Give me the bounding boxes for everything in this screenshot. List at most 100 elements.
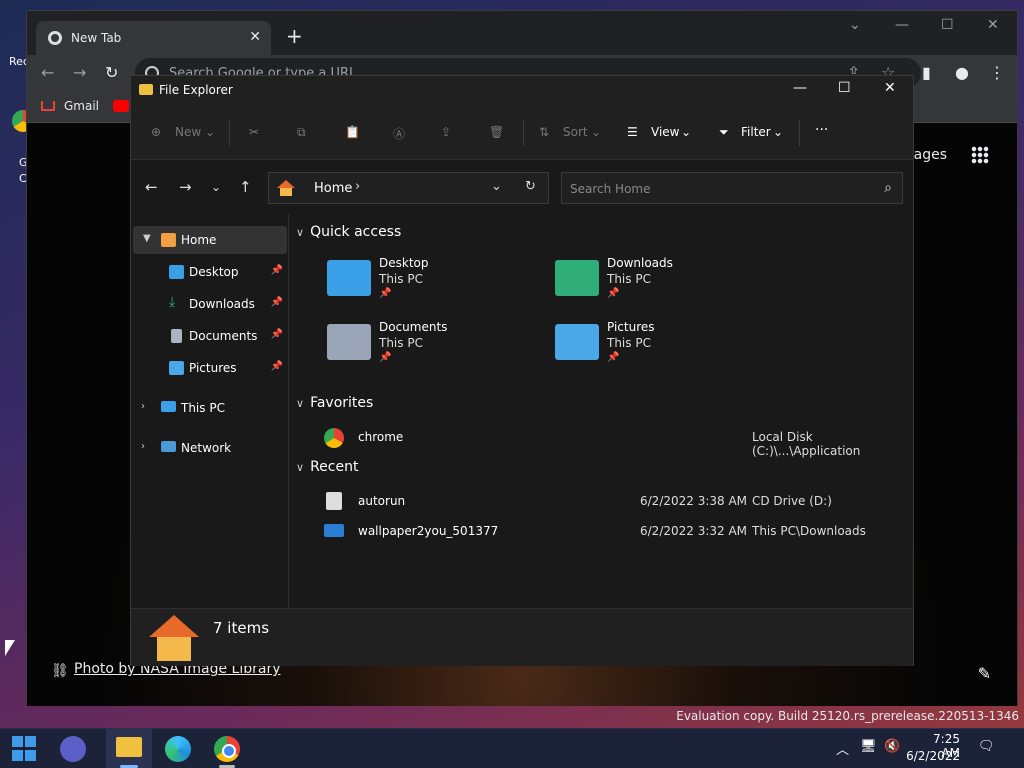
cut-icon[interactable]: ✂ <box>249 125 259 139</box>
forward-icon[interactable]: → <box>73 63 86 82</box>
nav-item-network[interactable]: › Network <box>131 434 287 462</box>
customize-edit-icon[interactable]: ✎ <box>978 664 991 683</box>
item-count: 7 items <box>213 619 270 637</box>
setup-file-icon <box>326 492 342 510</box>
taskbar-chrome-icon[interactable] <box>214 736 240 762</box>
maximize-button[interactable]: ☐ <box>838 80 851 96</box>
quick-access-pictures[interactable]: Pictures This PC 📌 <box>555 320 765 376</box>
minimize-button[interactable]: — <box>793 80 807 96</box>
network-status-icon[interactable]: 🖥 <box>860 739 877 754</box>
new-tab-button[interactable]: + <box>286 24 303 48</box>
nav-label: Home <box>181 233 217 247</box>
sort-button[interactable]: Sort <box>563 125 588 139</box>
tab-new-tab[interactable]: New Tab ✕ <box>36 21 271 55</box>
address-bar[interactable]: Home › ⌄ ↻ <box>268 172 549 204</box>
pin-icon: 📌 <box>607 352 620 363</box>
nav-item-home[interactable]: ▼ Home <box>133 226 287 254</box>
clock-date[interactable]: 6/2/2022 <box>900 749 960 763</box>
content-pane: ∨ Quick access Desktop This PC 📌 Download… <box>290 214 913 608</box>
filter-button[interactable]: Filter <box>741 125 771 139</box>
refresh-icon[interactable]: ↻ <box>525 179 536 194</box>
chevron-right-icon[interactable]: › <box>141 401 145 412</box>
close-button[interactable]: ✕ <box>987 17 999 33</box>
chevron-down-icon[interactable]: ▼ <box>143 233 151 244</box>
copy-icon[interactable]: ⧉ <box>297 125 306 140</box>
item-date: 6/2/2022 3:32 AM <box>640 524 748 538</box>
filter-icon: ⏷ <box>719 125 729 139</box>
forward-icon[interactable]: → <box>179 178 192 196</box>
view-button[interactable]: View <box>651 125 679 139</box>
chevron-down-icon: ∨ <box>296 226 305 239</box>
back-icon[interactable]: ← <box>41 63 54 82</box>
pin-icon: 📌 <box>270 329 283 340</box>
item-location: This PC\Downloads <box>752 524 866 538</box>
tab-search-icon[interactable]: ⌄ <box>849 17 861 33</box>
rename-icon[interactable]: Ⓐ <box>393 125 405 142</box>
apps-grid-icon[interactable] <box>971 146 989 164</box>
show-hidden-icons-icon[interactable]: ︿ <box>836 739 849 758</box>
close-button[interactable]: ✕ <box>884 80 896 96</box>
nav-item-documents[interactable]: Documents 📌 <box>131 322 287 350</box>
item-name: autorun <box>358 494 406 508</box>
search-input[interactable]: Search Home ⌕ <box>561 172 903 204</box>
minimize-button[interactable]: — <box>895 17 909 33</box>
tile-name: Documents <box>379 320 448 334</box>
bookmark-gmail[interactable]: Gmail <box>64 99 99 113</box>
close-tab-icon[interactable]: ✕ <box>249 29 261 45</box>
windows-logo-icon <box>25 736 36 747</box>
list-item[interactable]: chrome Local Disk (C:)\...\Application <box>318 426 908 458</box>
nav-item-pictures[interactable]: Pictures 📌 <box>131 354 287 382</box>
chevron-down-icon: ⌄ <box>681 125 692 139</box>
side-panel-icon[interactable]: ▮ <box>922 63 931 82</box>
maximize-button[interactable]: ☐ <box>941 17 954 33</box>
taskbar: ︿ 🖥 🔇 7:25 AM 6/2/2022 🗨 <box>0 728 1024 768</box>
download-icon: ⤓ <box>169 294 176 310</box>
recent-locations-icon[interactable]: ⌄ <box>211 180 221 194</box>
sort-icon: ⇅ <box>539 125 550 139</box>
breadcrumb-home[interactable]: Home <box>314 181 352 196</box>
chrome-icon <box>48 31 62 45</box>
back-icon[interactable]: ← <box>145 178 158 196</box>
nav-item-desktop[interactable]: Desktop 📌 <box>131 258 287 286</box>
more-options-button[interactable]: ··· <box>815 122 828 138</box>
edge-icon[interactable] <box>165 736 191 762</box>
quick-access-documents[interactable]: Documents This PC 📌 <box>327 320 537 376</box>
chevron-right-icon[interactable]: › <box>355 179 360 194</box>
chevron-down-icon: ∨ <box>296 461 305 474</box>
share-icon[interactable]: ⇪ <box>441 125 451 139</box>
quick-access-downloads[interactable]: Downloads This PC 📌 <box>555 256 765 312</box>
group-header-favorites[interactable]: ∨ Favorites <box>296 395 373 411</box>
command-bar: ⊕ New ⌄ ✂ ⧉ 📋 Ⓐ ⇪ 🗑 ⇅ Sort ⌄ ☰ View ⌄ ⏷ … <box>131 106 913 160</box>
youtube-icon[interactable] <box>113 100 129 112</box>
chevron-right-icon[interactable]: › <box>141 441 145 452</box>
chevron-down-icon[interactable]: ⌄ <box>491 179 502 194</box>
delete-icon[interactable]: 🗑 <box>489 125 504 139</box>
notifications-icon[interactable]: 🗨 <box>978 739 995 754</box>
reload-icon[interactable]: ↻ <box>105 63 118 82</box>
divider <box>523 120 524 146</box>
volume-icon[interactable]: 🔇 <box>884 739 900 754</box>
teams-chat-icon[interactable] <box>60 736 86 762</box>
new-button[interactable]: New <box>175 125 201 139</box>
status-bar: 7 items <box>131 608 913 666</box>
taskbar-file-explorer[interactable] <box>106 729 152 768</box>
quick-access-desktop[interactable]: Desktop This PC 📌 <box>327 256 537 312</box>
chevron-down-icon: ⌄ <box>773 125 784 139</box>
nav-item-this-pc[interactable]: › This PC <box>131 394 287 422</box>
windows-logo-icon <box>12 750 23 761</box>
tile-location: This PC <box>379 336 423 350</box>
item-name: chrome <box>358 430 404 444</box>
profile-icon[interactable]: ● <box>955 63 969 82</box>
group-header-quick-access[interactable]: ∨ Quick access <box>296 224 401 240</box>
start-button[interactable] <box>12 736 38 762</box>
nav-item-downloads[interactable]: ⤓ Downloads 📌 <box>131 290 287 318</box>
list-item[interactable]: wallpaper2you_501377 6/2/2022 3:32 AM Th… <box>318 520 908 544</box>
paste-icon[interactable]: 📋 <box>345 125 360 139</box>
group-header-recent[interactable]: ∨ Recent <box>296 459 358 475</box>
list-item[interactable]: autorun 6/2/2022 3:38 AM CD Drive (D:) <box>318 490 908 514</box>
file-explorer-window: File Explorer — ☐ ✕ ⊕ New ⌄ ✂ ⧉ 📋 Ⓐ ⇪ 🗑 … <box>130 75 914 666</box>
windows-logo-icon <box>25 750 36 761</box>
menu-icon[interactable]: ⋮ <box>989 63 1005 82</box>
up-icon[interactable]: ↑ <box>239 178 252 196</box>
tile-location: This PC <box>379 272 423 286</box>
